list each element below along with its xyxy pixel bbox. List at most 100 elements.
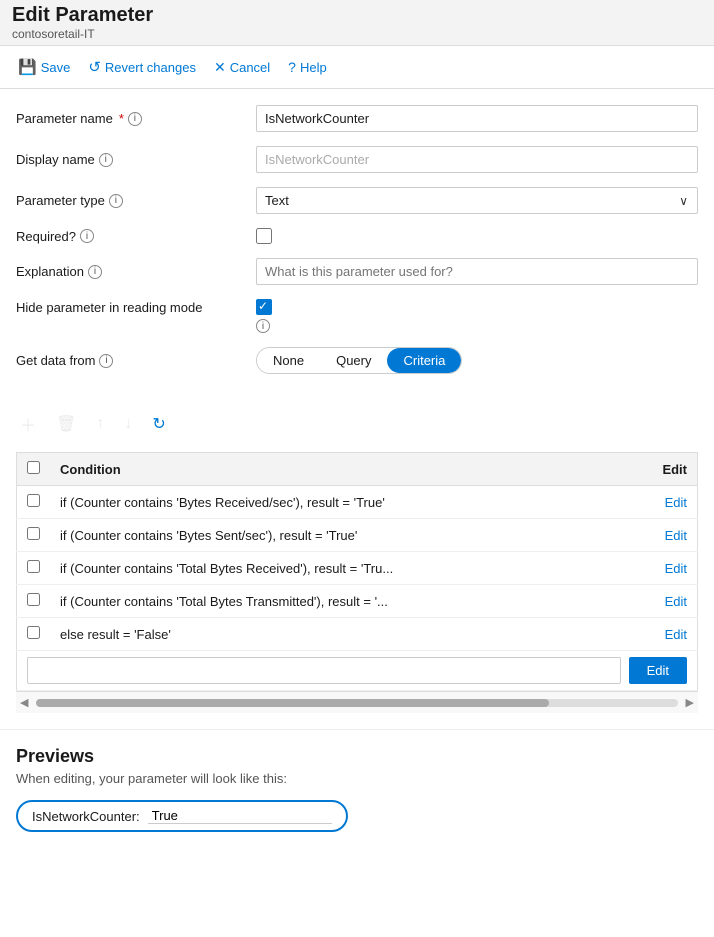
page-subtitle: contosoretail-IT	[12, 27, 702, 41]
new-criteria-input[interactable]	[27, 657, 621, 684]
condition-cell: if (Counter contains 'Bytes Received/sec…	[50, 486, 638, 519]
edit-cell: Edit	[638, 486, 698, 519]
radio-query[interactable]: Query	[320, 348, 387, 373]
horizontal-scrollbar[interactable]: ◀ ▶	[16, 691, 698, 713]
hide-param-info-icon[interactable]: i	[256, 319, 270, 333]
parameter-type-row: Parameter type i Text Number Date ∨	[16, 187, 698, 214]
row-checkbox-cell	[17, 585, 51, 618]
edit-link[interactable]: Edit	[665, 561, 687, 576]
condition-cell: if (Counter contains 'Total Bytes Transm…	[50, 585, 638, 618]
hide-param-checkbox-wrapper	[256, 299, 272, 315]
table-row: else result = 'False' Edit	[17, 618, 698, 651]
explanation-info-icon[interactable]: i	[88, 265, 102, 279]
edit-header: Edit	[638, 453, 698, 486]
radio-criteria[interactable]: Criteria	[387, 348, 461, 373]
required-checkbox-wrapper	[256, 228, 272, 244]
toolbar: 💾 Save ↺ Revert changes ✕ Cancel ? Help	[0, 46, 714, 89]
radio-none[interactable]: None	[257, 348, 320, 373]
table-row: if (Counter contains 'Total Bytes Receiv…	[17, 552, 698, 585]
parameter-name-info-icon[interactable]: i	[128, 112, 142, 126]
edit-cell: Edit	[638, 519, 698, 552]
hide-param-info-row: i	[256, 319, 698, 333]
edit-cell: Edit	[638, 585, 698, 618]
parameter-type-info-icon[interactable]: i	[109, 194, 123, 208]
condition-cell: else result = 'False'	[50, 618, 638, 651]
select-all-checkbox[interactable]	[27, 461, 40, 474]
hide-param-checkbox[interactable]	[256, 299, 272, 315]
scroll-left-arrow[interactable]: ◀	[16, 696, 32, 709]
save-icon: 💾	[18, 58, 37, 76]
edit-cell: Edit	[638, 618, 698, 651]
edit-link[interactable]: Edit	[665, 495, 687, 510]
parameter-type-label: Parameter type i	[16, 193, 256, 208]
parameter-type-select-wrapper: Text Number Date ∨	[256, 187, 698, 214]
header-checkbox-col	[17, 453, 51, 486]
condition-cell: if (Counter contains 'Bytes Sent/sec'), …	[50, 519, 638, 552]
required-row: Required? i	[16, 228, 698, 244]
revert-button[interactable]: ↺ Revert changes	[82, 54, 202, 80]
move-down-button[interactable]: ↓	[120, 413, 136, 435]
get-data-row: Get data from i None Query Criteria	[16, 347, 698, 374]
preview-field-label: IsNetworkCounter:	[32, 809, 140, 824]
row-checkbox-cell	[17, 552, 51, 585]
row-checkbox[interactable]	[27, 494, 40, 507]
row-checkbox-cell	[17, 486, 51, 519]
row-checkbox-cell	[17, 519, 51, 552]
add-criteria-button[interactable]: ＋	[16, 410, 40, 438]
parameter-name-label: Parameter name * i	[16, 111, 256, 126]
move-up-button[interactable]: ↑	[92, 413, 108, 435]
help-icon: ?	[288, 59, 296, 75]
cancel-button[interactable]: ✕ Cancel	[208, 55, 276, 80]
scroll-track[interactable]	[36, 699, 677, 707]
scroll-right-arrow[interactable]: ▶	[682, 696, 698, 709]
save-button[interactable]: 💾 Save	[12, 54, 76, 80]
display-name-input[interactable]	[256, 146, 698, 173]
display-name-info-icon[interactable]: i	[99, 153, 113, 167]
hide-param-label: Hide parameter in reading mode	[16, 300, 256, 315]
explanation-label: Explanation i	[16, 264, 256, 279]
refresh-button[interactable]: ↻	[148, 412, 169, 436]
previews-section: Previews When editing, your parameter wi…	[0, 729, 714, 848]
delete-criteria-button[interactable]: 🗑	[52, 412, 80, 436]
preview-field-input[interactable]	[148, 808, 332, 824]
hide-param-row: Hide parameter in reading mode	[16, 299, 698, 315]
parameter-name-input[interactable]	[256, 105, 698, 132]
edit-link[interactable]: Edit	[665, 528, 687, 543]
criteria-toolbar: ＋ 🗑 ↑ ↓ ↻	[16, 406, 698, 442]
required-info-icon[interactable]: i	[80, 229, 94, 243]
row-checkbox-cell	[17, 618, 51, 651]
explanation-input[interactable]	[256, 258, 698, 285]
previews-title: Previews	[16, 746, 698, 767]
preview-field: IsNetworkCounter:	[16, 800, 348, 832]
table-row: if (Counter contains 'Bytes Received/sec…	[17, 486, 698, 519]
cancel-icon: ✕	[214, 59, 226, 76]
edit-link[interactable]: Edit	[665, 594, 687, 609]
row-checkbox[interactable]	[27, 527, 40, 540]
get-data-info-icon[interactable]: i	[99, 354, 113, 368]
required-star: *	[119, 111, 124, 126]
edit-link[interactable]: Edit	[665, 627, 687, 642]
display-name-row: Display name i	[16, 146, 698, 173]
explanation-row: Explanation i	[16, 258, 698, 285]
row-checkbox[interactable]	[27, 626, 40, 639]
get-data-label: Get data from i	[16, 353, 256, 368]
previews-description: When editing, your parameter will look l…	[16, 771, 698, 786]
display-name-label: Display name i	[16, 152, 256, 167]
scroll-thumb[interactable]	[36, 699, 549, 707]
criteria-table: Condition Edit if (Counter contains 'Byt…	[16, 452, 698, 691]
top-bar: Edit Parameter contosoretail-IT 💾 Save ↺…	[0, 0, 714, 89]
table-row: if (Counter contains 'Bytes Sent/sec'), …	[17, 519, 698, 552]
parameter-name-row: Parameter name * i	[16, 105, 698, 132]
page-title: Edit Parameter	[12, 4, 702, 27]
row-checkbox[interactable]	[27, 593, 40, 606]
table-row: if (Counter contains 'Total Bytes Transm…	[17, 585, 698, 618]
parameter-type-select[interactable]: Text Number Date	[256, 187, 698, 214]
help-button[interactable]: ? Help	[282, 55, 333, 79]
required-checkbox[interactable]	[256, 228, 272, 244]
criteria-edit-button[interactable]: Edit	[629, 657, 687, 684]
condition-cell: if (Counter contains 'Total Bytes Receiv…	[50, 552, 638, 585]
revert-icon: ↺	[88, 58, 101, 76]
form-area: Parameter name * i Display name i Parame…	[0, 89, 714, 406]
edit-cell: Edit	[638, 552, 698, 585]
row-checkbox[interactable]	[27, 560, 40, 573]
